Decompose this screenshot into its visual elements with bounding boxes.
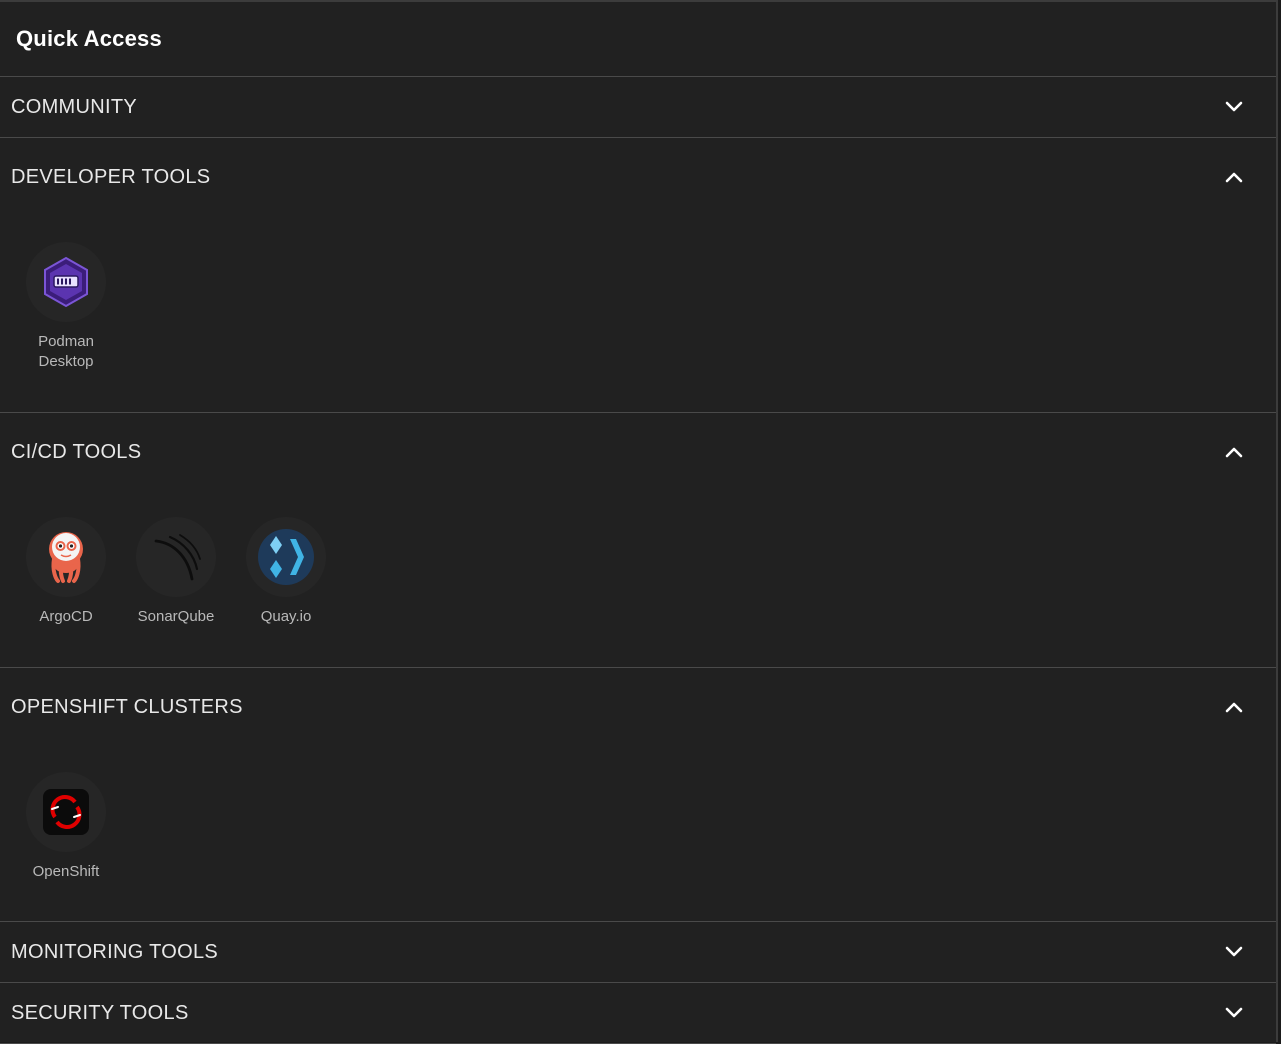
section-toggle-cicd-tools[interactable]: CI/CD TOOLS	[0, 413, 1276, 491]
chevron-up-icon	[1222, 165, 1246, 189]
section-monitoring-tools: MONITORING TOOLS	[0, 922, 1276, 983]
tile-label: Quay.io	[260, 608, 312, 625]
section-community: COMMUNITY	[0, 77, 1276, 138]
tile-label: ArgoCD	[39, 608, 93, 625]
section-label: SECURITY TOOLS	[11, 1001, 189, 1024]
podman-icon	[26, 242, 106, 322]
chevron-up-icon	[1222, 695, 1246, 719]
tile-podman-desktop[interactable]: Podman Desktop	[11, 242, 121, 372]
section-toggle-monitoring-tools[interactable]: MONITORING TOOLS	[0, 922, 1276, 982]
section-cicd-tools: CI/CD TOOLS ArgoCD SonarQube Quay.io	[0, 413, 1276, 668]
page-title: Quick Access	[16, 26, 162, 51]
tile-label: OpenShift	[32, 863, 100, 880]
tile-openshift[interactable]: OpenShift	[11, 772, 121, 882]
tile-quay[interactable]: Quay.io	[231, 517, 341, 627]
chevron-down-icon	[1222, 1001, 1246, 1025]
tile-sonarqube[interactable]: SonarQube	[121, 517, 231, 627]
chevron-down-icon	[1222, 95, 1246, 119]
chevron-down-icon	[1222, 940, 1246, 964]
section-label: CI/CD TOOLS	[11, 440, 142, 463]
sonarqube-icon	[136, 517, 216, 597]
panel-header: Quick Access	[0, 2, 1276, 77]
section-toggle-security-tools[interactable]: SECURITY TOOLS	[0, 983, 1276, 1043]
section-toggle-community[interactable]: COMMUNITY	[0, 77, 1276, 137]
section-label: MONITORING TOOLS	[11, 940, 219, 963]
section-toggle-openshift-clusters[interactable]: OPENSHIFT CLUSTERS	[0, 668, 1276, 746]
tile-label: Podman Desktop	[38, 333, 94, 370]
section-label: COMMUNITY	[11, 95, 138, 118]
section-label: OPENSHIFT CLUSTERS	[11, 695, 243, 718]
section-toggle-developer-tools[interactable]: DEVELOPER TOOLS	[0, 138, 1276, 216]
tile-grid: ArgoCD SonarQube Quay.io	[0, 491, 1276, 627]
tile-grid: Podman Desktop	[0, 216, 1276, 372]
tile-grid: OpenShift	[0, 746, 1276, 882]
section-developer-tools: DEVELOPER TOOLS Podman Desktop	[0, 138, 1276, 413]
section-security-tools: SECURITY TOOLS	[0, 983, 1276, 1044]
chevron-up-icon	[1222, 440, 1246, 464]
quay-icon	[246, 517, 326, 597]
openshift-icon	[26, 772, 106, 852]
quick-access-panel: Quick Access COMMUNITY DEVELOPER TOOLS P…	[0, 0, 1278, 1044]
tile-argocd[interactable]: ArgoCD	[11, 517, 121, 627]
section-openshift-clusters: OPENSHIFT CLUSTERS OpenShift	[0, 668, 1276, 922]
tile-label: SonarQube	[137, 608, 215, 625]
argocd-icon	[26, 517, 106, 597]
section-label: DEVELOPER TOOLS	[11, 165, 211, 188]
